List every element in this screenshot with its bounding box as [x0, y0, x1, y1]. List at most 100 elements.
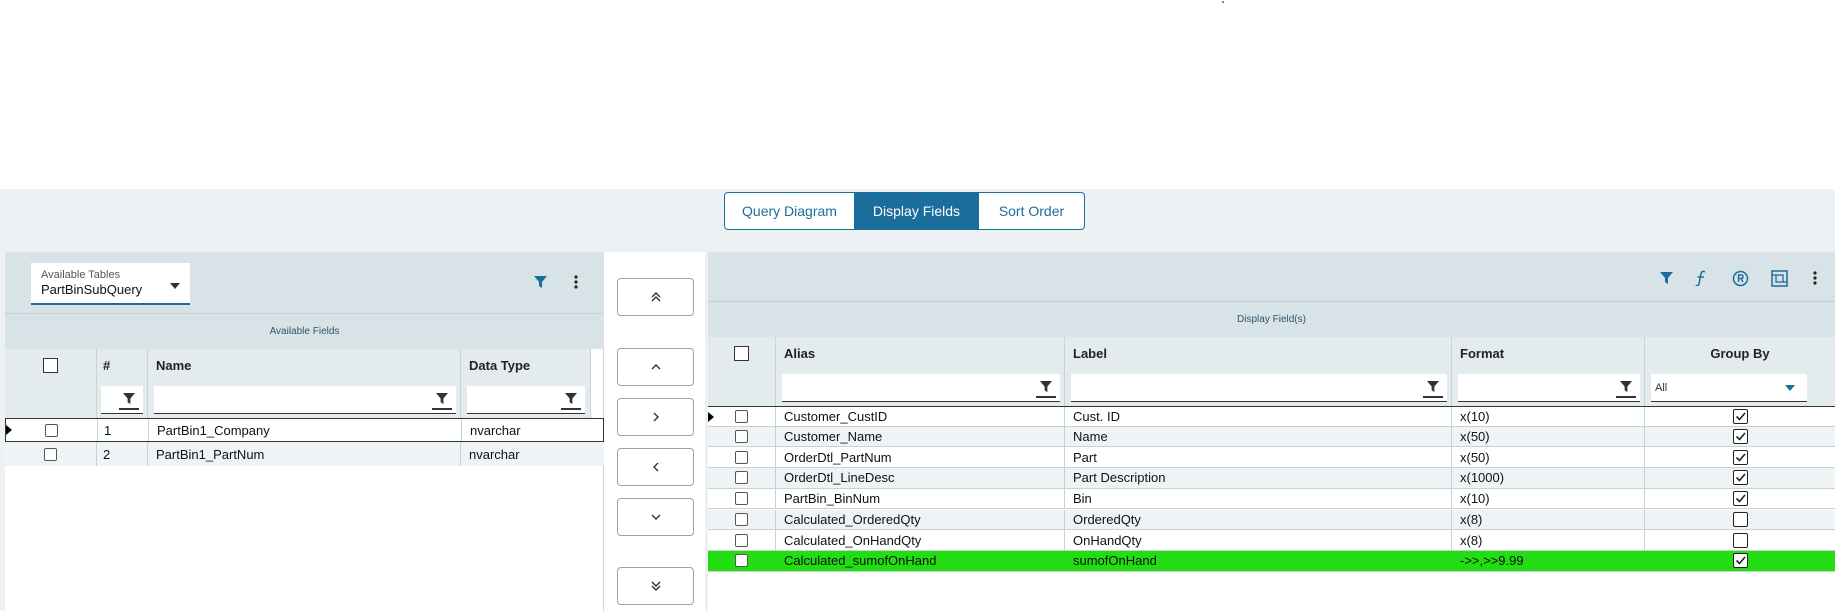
groupby-filter-select[interactable]: All	[1651, 374, 1807, 402]
select-all-checkbox[interactable]	[43, 358, 58, 373]
row-label: OrderedQty	[1065, 509, 1452, 530]
add-field-button[interactable]	[617, 398, 694, 436]
available-tables-select[interactable]: Available Tables PartBinSubQuery	[31, 263, 190, 305]
table-row[interactable]: OrderDtl_PartNum Part x(50)	[708, 447, 1835, 469]
more-vert-icon[interactable]	[570, 274, 582, 290]
caret-down-icon	[170, 283, 180, 289]
move-up-button[interactable]	[617, 348, 694, 386]
format-filter-input[interactable]	[1458, 374, 1640, 402]
calculated-field-icon[interactable]	[1770, 269, 1788, 287]
row-checkbox[interactable]	[735, 471, 748, 485]
filter-icon[interactable]	[1423, 378, 1443, 398]
remove-field-button[interactable]	[617, 448, 694, 486]
row-checkbox[interactable]	[735, 409, 748, 423]
row-checkbox[interactable]	[735, 450, 748, 464]
chevron-double-down-icon	[651, 581, 660, 591]
row-name: PartBin1_PartNum	[148, 442, 461, 466]
row-checkbox[interactable]	[735, 430, 748, 444]
alias-filter-input[interactable]	[782, 374, 1060, 402]
table-row[interactable]: PartBin_BinNum Bin x(10)	[708, 488, 1835, 510]
col-groupby-header[interactable]: Group By	[1645, 337, 1835, 370]
row-alias: Customer_CustID	[776, 407, 1065, 426]
name-filter-input[interactable]	[154, 386, 456, 414]
select-all-cell	[708, 337, 776, 370]
filter-icon[interactable]	[561, 390, 581, 410]
row-groupby-cell	[1645, 489, 1835, 509]
row-checkbox[interactable]	[735, 512, 748, 526]
col-number-header[interactable]: #	[97, 349, 148, 382]
row-checkbox-cell	[708, 447, 776, 468]
row-number: 1	[98, 419, 149, 441]
table-row[interactable]: Calculated_OnHandQty OnHandQty x(8)	[708, 530, 1835, 551]
more-vert-icon[interactable]	[1809, 270, 1821, 286]
groupby-checked-icon[interactable]	[1732, 491, 1748, 507]
col-datatype-header[interactable]: Data Type	[461, 349, 591, 382]
marker-dot	[1222, 1, 1224, 3]
groupby-filter-value: All	[1655, 381, 1668, 394]
row-checkbox-cell	[708, 488, 776, 509]
row-checkbox[interactable]	[735, 533, 748, 547]
row-groupby-cell	[1645, 509, 1835, 530]
col-alias-header[interactable]: Alias	[776, 337, 1065, 370]
row-alias: OrderDtl_LineDesc	[776, 468, 1065, 488]
filter-icon[interactable]	[1658, 270, 1674, 286]
tab-display-fields[interactable]: Display Fields	[855, 193, 979, 229]
groupby-checked-icon[interactable]	[1732, 470, 1748, 486]
row-checkbox-cell	[5, 442, 97, 466]
table-row[interactable]: 2 PartBin1_PartNum nvarchar	[5, 442, 604, 466]
move-all-up-button[interactable]	[617, 278, 694, 316]
row-format: x(1000)	[1452, 468, 1645, 488]
blank-area	[0, 0, 1835, 189]
groupby-unchecked-icon[interactable]	[1732, 532, 1748, 548]
select-all-cell	[5, 349, 97, 382]
row-checkbox[interactable]	[45, 423, 58, 437]
chevron-right-icon	[653, 412, 659, 422]
filter-icon[interactable]	[119, 390, 139, 410]
datatype-filter-input[interactable]	[467, 386, 585, 414]
label-filter-input[interactable]	[1071, 374, 1447, 402]
table-row[interactable]: Customer_CustID Cust. ID x(10)	[708, 406, 1835, 427]
col-name-header[interactable]: Name	[148, 349, 461, 382]
groupby-checked-icon[interactable]	[1732, 429, 1748, 445]
select-all-checkbox[interactable]	[734, 346, 749, 361]
row-number: 2	[97, 442, 148, 466]
row-format: x(10)	[1452, 488, 1645, 509]
row-checkbox[interactable]	[735, 554, 748, 568]
groupby-checked-icon[interactable]	[1732, 553, 1748, 569]
registered-icon[interactable]	[1731, 269, 1749, 287]
col-format-header[interactable]: Format	[1452, 337, 1645, 370]
tab-sort-order[interactable]: Sort Order	[979, 193, 1084, 229]
move-all-down-button[interactable]	[617, 567, 694, 605]
filter-icon[interactable]	[432, 390, 452, 410]
row-alias: PartBin_BinNum	[776, 488, 1065, 509]
table-row[interactable]: Calculated_OrderedQty OrderedQty x(8)	[708, 509, 1835, 531]
row-label: sumofOnHand	[1065, 550, 1452, 571]
chevron-down-icon	[651, 514, 660, 520]
tab-query-diagram[interactable]: Query Diagram	[725, 193, 855, 229]
move-down-button[interactable]	[617, 498, 694, 536]
filter-icon[interactable]	[1036, 378, 1056, 398]
row-checkbox[interactable]	[735, 492, 748, 506]
number-filter-input[interactable]	[101, 386, 143, 414]
function-icon[interactable]	[1693, 269, 1709, 287]
filter-icon[interactable]	[532, 274, 548, 290]
row-checkbox[interactable]	[44, 447, 57, 461]
col-label-header[interactable]: Label	[1065, 337, 1452, 370]
view-tabs: Query Diagram Display Fields Sort Order	[724, 192, 1085, 230]
table-row[interactable]: Calculated_sumofOnHand sumofOnHand ->>,>>9…	[708, 550, 1835, 572]
groupby-checked-icon[interactable]	[1732, 408, 1748, 424]
filter-icon[interactable]	[1616, 378, 1636, 398]
table-row[interactable]: OrderDtl_LineDesc Part Description x(1000)	[708, 468, 1835, 489]
row-checkbox-cell	[708, 530, 776, 550]
table-row[interactable]: Customer_Name Name x(50)	[708, 426, 1835, 448]
available-fields-toolbar: Available Tables PartBinSubQuery	[5, 252, 604, 313]
row-format: ->>,>>9.99	[1452, 550, 1645, 571]
row-pointer-icon	[6, 425, 12, 435]
available-fields-title: Available Fields	[5, 313, 604, 349]
row-label: Name	[1065, 426, 1452, 447]
groupby-checked-icon[interactable]	[1732, 449, 1748, 465]
alias-filter-cell	[776, 370, 1065, 406]
table-row[interactable]: 1 PartBin1_Company nvarchar	[5, 418, 604, 442]
groupby-unchecked-icon[interactable]	[1732, 511, 1748, 527]
row-groupby-cell	[1645, 447, 1835, 467]
